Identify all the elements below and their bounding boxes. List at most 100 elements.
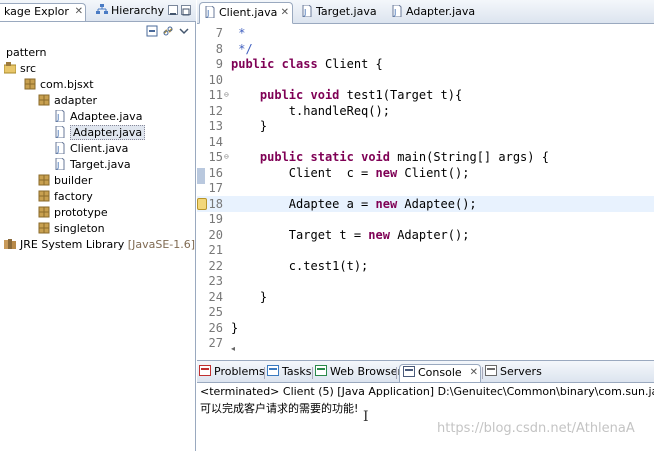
package-icon	[24, 78, 36, 90]
tab-hierarchy[interactable]: Hierarchy	[96, 3, 166, 21]
tree-item-client-java[interactable]: J Client.java	[54, 141, 128, 157]
tree-item-target-java[interactable]: J Target.java	[54, 157, 131, 173]
tree-item-factory[interactable]: factory	[38, 189, 93, 205]
code-text: */	[231, 41, 253, 56]
code-line[interactable]: 23	[197, 273, 654, 289]
code-text: public static void main(String[] args) {	[259, 150, 549, 164]
close-icon[interactable]: ✕	[75, 4, 83, 20]
link-with-editor-button[interactable]	[162, 25, 174, 37]
maximize-view-button[interactable]	[181, 5, 191, 16]
svg-text:J: J	[56, 161, 59, 170]
console-output[interactable]: 可以完成客户请求的需要的功能!	[200, 401, 358, 417]
code-line[interactable]: 9 public class Client {	[197, 56, 654, 72]
editor-tabbar: J Client.java ✕ J Target.java J Adapter.java	[197, 0, 654, 24]
tab-problems[interactable]: Problems	[199, 364, 265, 382]
code-text: public class Client {	[231, 57, 383, 71]
web-browser-icon	[315, 365, 327, 376]
code-line[interactable]: 21	[197, 242, 654, 258]
java-file-icon: J	[55, 158, 65, 170]
tab-console[interactable]: Console ✕	[399, 364, 481, 382]
code-line[interactable]: 13 }	[197, 118, 654, 134]
code-line[interactable]: 24 }	[197, 289, 654, 305]
line-number: 20	[208, 227, 223, 242]
code-line[interactable]: 22 c.test1(t);	[197, 258, 654, 274]
code-line[interactable]: 12 t.handleReq();	[197, 103, 654, 119]
code-line[interactable]: 17	[197, 180, 654, 196]
code-line[interactable]: 19	[197, 211, 654, 227]
tab-tasks[interactable]: Tasks	[267, 364, 311, 382]
svg-text:J: J	[56, 129, 59, 138]
tab-separator	[396, 367, 397, 379]
line-number: 22	[208, 258, 223, 273]
code-line[interactable]: 15 ⊖ public static void main(String[] arg…	[197, 149, 654, 165]
code-line[interactable]: 25	[197, 304, 654, 320]
tree-item-label: Adaptee.java	[70, 110, 143, 123]
java-file-icon: J	[302, 5, 312, 17]
svg-text:J: J	[303, 8, 306, 17]
line-number: 17	[208, 181, 223, 195]
line-number: 26	[208, 320, 223, 335]
servers-icon	[485, 365, 497, 376]
tab-package-explorer[interactable]: kage Explor ✕	[0, 3, 86, 21]
tree-item-label: singleton	[54, 222, 105, 235]
minimize-icon	[170, 13, 176, 15]
code-text: c.test1(t);	[231, 258, 369, 273]
tree-item-pattern[interactable]: pattern	[6, 45, 46, 61]
code-line[interactable]: 26}	[197, 320, 654, 336]
tree-item-suffix: [JavaSE-1.6]	[124, 238, 196, 251]
tree-item-builder[interactable]: builder	[38, 173, 92, 189]
source-folder-icon	[4, 62, 16, 74]
collapse-all-button[interactable]	[146, 25, 158, 37]
tree-item-adapter-java[interactable]: J Adapter.java	[54, 125, 146, 141]
tree-item-label: Target.java	[70, 158, 131, 171]
tree-item-prototype[interactable]: prototype	[38, 205, 108, 221]
tab-target-java[interactable]: J Target.java	[297, 2, 379, 24]
tab-label: Console	[418, 366, 462, 379]
line-number: 24	[208, 289, 223, 304]
code-line[interactable]: 18 Adaptee a = new Adaptee();	[197, 195, 654, 212]
line-number: 13	[208, 119, 223, 133]
tree-item-adapter[interactable]: adapter	[38, 93, 97, 109]
tab-hierarchy-label: Hierarchy	[111, 4, 165, 17]
code-text: Adaptee a = new Adaptee();	[231, 196, 477, 211]
tree-item-com-bjsxt[interactable]: com.bjsxt	[24, 77, 94, 93]
code-line[interactable]: 27	[197, 335, 654, 351]
code-line[interactable]: 11 ⊖ public void test1(Target t){	[197, 87, 654, 103]
line-number: 25	[208, 305, 223, 319]
line-number: 7	[215, 26, 223, 40]
tree-item-label: factory	[54, 190, 93, 203]
tab-servers[interactable]: Servers	[485, 364, 547, 382]
tab-label: Adapter.java	[406, 5, 476, 18]
line-number: 12	[208, 103, 223, 118]
tree-item-adaptee-java[interactable]: J Adaptee.java	[54, 109, 142, 125]
code-text: *	[231, 26, 246, 40]
close-icon[interactable]: ✕	[470, 365, 478, 381]
explorer-tabbar: kage Explor ✕ Hierarchy	[0, 0, 196, 22]
tab-client-java[interactable]: J Client.java ✕	[199, 2, 293, 24]
tree-item-src[interactable]: src	[4, 61, 36, 77]
link-icon	[163, 26, 173, 36]
tab-adapter-java[interactable]: J Adapter.java	[387, 2, 477, 24]
code-line[interactable]: 20 Target t = new Adapter();	[197, 227, 654, 243]
tab-label: Tasks	[282, 365, 312, 378]
code-line[interactable]: 8 */	[197, 41, 654, 57]
tab-web-browser[interactable]: Web Browser	[315, 364, 402, 382]
code-line[interactable]: 10	[197, 72, 654, 88]
close-icon[interactable]: ✕	[281, 3, 289, 23]
maximize-icon	[182, 8, 190, 16]
package-icon	[38, 94, 50, 106]
minimize-view-button[interactable]	[168, 5, 178, 15]
horizontal-scroll-arrow[interactable]: ◂	[231, 344, 235, 353]
code-line[interactable]: 16 Client c = new Client();	[197, 165, 654, 181]
tree-item-jre-system-library[interactable]: JRE System Library [JavaSE-1.6]	[4, 237, 195, 253]
code-line[interactable]: 7 *	[197, 25, 654, 41]
console-icon	[403, 366, 415, 377]
tab-package-explorer-label: kage Explor	[4, 5, 69, 18]
line-number: 14	[208, 134, 223, 149]
code-line[interactable]: 14	[197, 134, 654, 150]
view-menu-button[interactable]	[178, 25, 190, 37]
tree-item-singleton[interactable]: singleton	[38, 221, 105, 237]
tree-item-label: adapter	[54, 94, 98, 107]
line-number: 16	[208, 165, 223, 180]
chevron-down-icon	[179, 28, 189, 35]
